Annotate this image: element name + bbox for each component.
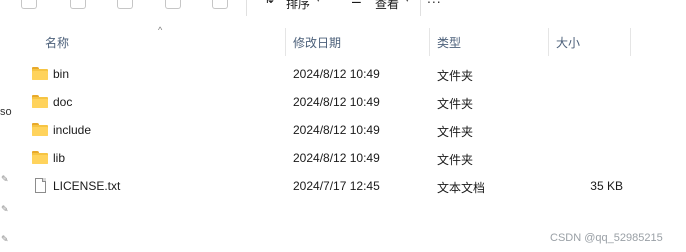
sort-icon: ⇅ [264,0,274,6]
file-date: 2024/8/12 10:49 [293,151,380,165]
file-row[interactable]: bin 2024/8/12 10:49 文件夹 [12,60,686,88]
delete-button[interactable] [212,0,228,9]
column-header-type[interactable]: 类型 [437,34,461,51]
file-date: 2024/8/12 10:49 [293,123,380,137]
file-list: bin 2024/8/12 10:49 文件夹 doc 2024/8/12 10… [12,60,686,200]
file-name: LICENSE.txt [53,179,121,193]
command-bar: ⇅ 排序 ▾ ☰ 查看 ▾ ... [0,0,686,18]
file-name: bin [53,67,70,81]
sort-ascending-icon: ^ [158,25,163,35]
pin-icon: ✎ [1,234,9,244]
column-divider[interactable] [429,28,430,56]
file-date: 2024/7/17 12:45 [293,179,380,193]
file-size: 35 KB [590,179,623,193]
pin-icon: ✎ [1,204,9,214]
share-button[interactable] [165,0,181,9]
column-divider[interactable] [548,28,549,56]
view-icon: ☰ [351,0,362,6]
file-row[interactable]: LICENSE.txt 2024/7/17 12:45 文本文档 35 KB [12,172,686,200]
file-type: 文件夹 [437,153,474,167]
column-divider[interactable] [630,28,631,56]
file-date: 2024/8/12 10:49 [293,95,380,109]
folder-icon [32,95,49,109]
toolbar-separator [420,0,421,16]
pin-icon: ✎ [1,174,9,184]
toolbar-separator [246,0,247,16]
watermark: CSDN @qq_52985215 [550,232,663,244]
file-type: 文本文档 [437,181,486,195]
file-name: include [53,123,92,137]
view-label: 查看 [375,0,400,11]
column-header-name[interactable]: 名称 [45,34,69,51]
file-row[interactable]: lib 2024/8/12 10:49 文件夹 [12,144,686,172]
paste-button[interactable] [117,0,133,9]
file-name: doc [53,95,73,109]
navigation-pane[interactable] [0,18,12,252]
file-row[interactable]: include 2024/8/12 10:49 文件夹 [12,116,686,144]
file-type: 文件夹 [437,97,474,111]
more-options-button[interactable]: ... [427,0,442,6]
folder-icon [32,123,49,137]
nav-item-partial-label[interactable]: so [0,106,12,118]
folder-icon [32,151,49,165]
file-name: lib [53,151,66,165]
copy-button[interactable] [70,0,86,9]
column-header: ^ 名称 修改日期 类型 大小 [12,25,686,56]
cut-button[interactable] [21,0,37,9]
sort-label: 排序 [286,0,311,11]
column-header-date[interactable]: 修改日期 [293,34,341,51]
file-row[interactable]: doc 2024/8/12 10:49 文件夹 [12,88,686,116]
column-header-size[interactable]: 大小 [556,34,580,51]
file-type: 文件夹 [437,125,474,139]
column-divider[interactable] [285,28,286,56]
file-date: 2024/8/12 10:49 [293,67,380,81]
chevron-down-icon: ▾ [316,0,321,5]
file-type: 文件夹 [437,69,474,83]
text-file-icon [32,178,49,193]
folder-icon [32,67,49,81]
chevron-down-icon: ▾ [405,0,410,5]
